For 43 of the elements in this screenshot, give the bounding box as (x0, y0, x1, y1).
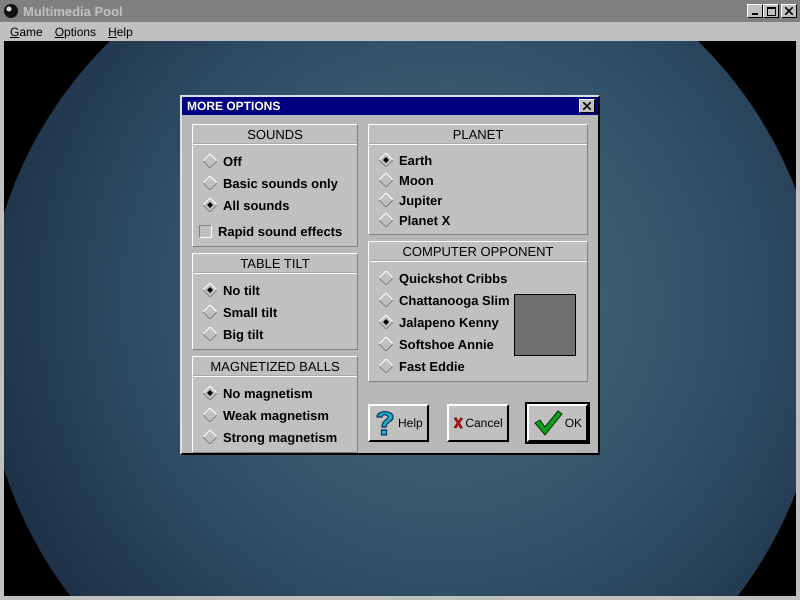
group-title: MAGNETIZED BALLS (193, 357, 357, 377)
dialog-button[interactable]: OK (526, 404, 588, 442)
radio-option[interactable]: Jalapeno Kenny (379, 311, 510, 333)
radio-option[interactable]: Jupiter (379, 190, 587, 210)
minimize-button[interactable] (747, 4, 763, 18)
group-title: TABLE TILT (193, 254, 357, 274)
radio-option[interactable]: All sounds (203, 194, 357, 216)
checkbox-option[interactable]: Rapid sound effects (199, 220, 357, 242)
radio-option[interactable]: Chattanooga Slim (379, 289, 510, 311)
radio-option[interactable]: Strong magnetism (203, 426, 357, 448)
radio-option[interactable]: Basic sounds only (203, 172, 357, 194)
check-mark-icon (532, 409, 563, 437)
close-button[interactable] (781, 4, 797, 18)
group-title: COMPUTER OPPONENT (369, 242, 587, 262)
radio-option[interactable]: No magnetism (203, 382, 357, 404)
radio-option[interactable]: Planet X (379, 210, 587, 230)
radio-option[interactable]: Weak magnetism (203, 404, 357, 426)
dialog-button[interactable]: Help (368, 404, 429, 442)
menu-item[interactable]: Game (4, 24, 49, 38)
billiard-ball-icon (3, 3, 19, 19)
dialog-button[interactable]: Cancel (446, 404, 509, 442)
radio-option[interactable]: Fast Eddie (379, 355, 510, 377)
menu-item[interactable]: Options (48, 24, 102, 38)
maximize-button[interactable] (763, 4, 779, 18)
window-title: Multimedia Pool (23, 4, 123, 18)
radio-option[interactable]: Off (203, 150, 357, 172)
group-title: SOUNDS (193, 125, 357, 145)
portrait-placeholder (514, 294, 576, 356)
radio-option[interactable]: Big tilt (203, 323, 357, 345)
menu-item[interactable]: Help (102, 24, 139, 38)
close-icon (785, 7, 793, 15)
radio-option[interactable]: Earth (379, 150, 587, 170)
group-title: PLANET (369, 125, 587, 145)
close-button[interactable] (579, 99, 595, 113)
radio-option[interactable]: Small tilt (203, 301, 357, 323)
dialog-title: MORE OPTIONS (187, 99, 280, 113)
radio-option[interactable]: No tilt (203, 279, 357, 301)
radio-option[interactable]: Moon (379, 170, 587, 190)
question-mark-icon (374, 408, 396, 438)
maximize-icon (766, 6, 776, 16)
radio-option[interactable]: Quickshot Cribbs (379, 267, 510, 289)
close-icon (583, 102, 591, 110)
radio-option[interactable]: Softshoe Annie (379, 333, 510, 355)
